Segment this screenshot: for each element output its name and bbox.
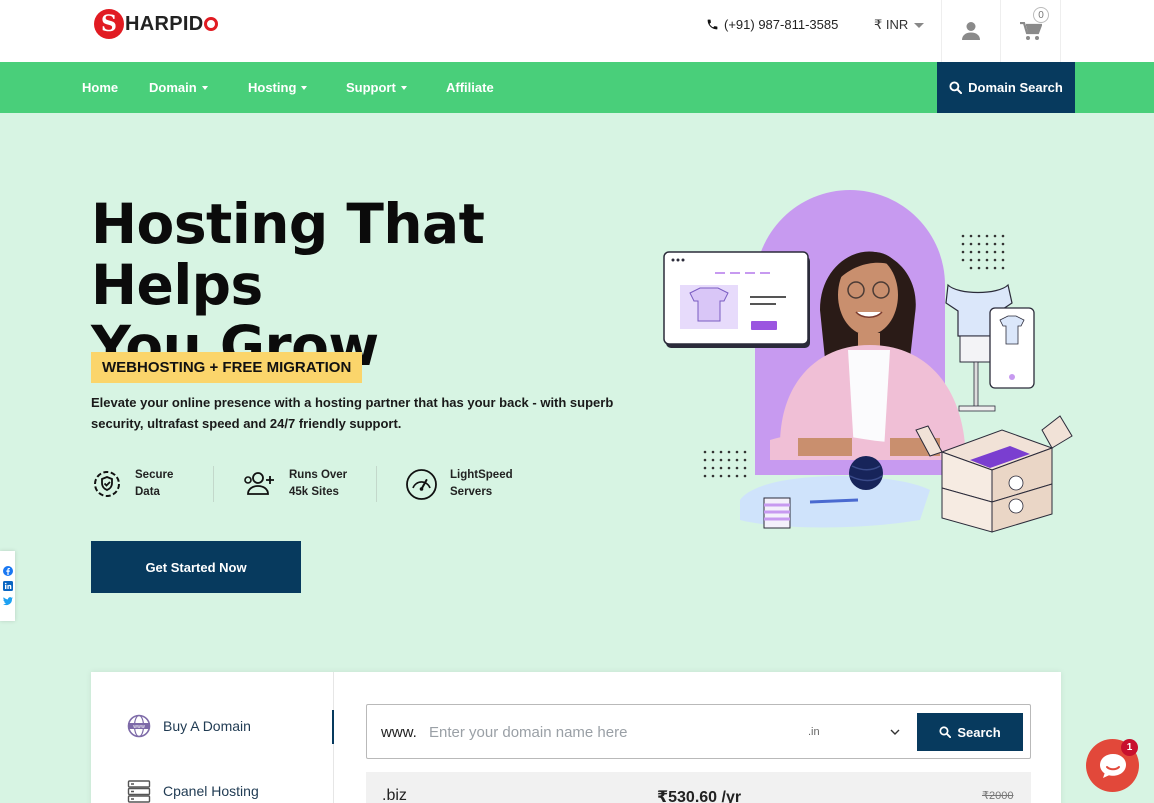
search-icon — [949, 81, 963, 94]
logo-text: HARPID — [125, 12, 204, 35]
tab-buy-domain[interactable]: www Buy A Domain — [127, 714, 251, 738]
nav-domain-label: Domain — [149, 80, 197, 95]
speedometer-icon — [406, 468, 437, 500]
tld-name: .biz — [382, 787, 407, 803]
chevron-down-icon — [890, 729, 900, 735]
nav-home[interactable]: Home — [82, 80, 118, 95]
feature-secure-line1: Secure — [135, 469, 174, 481]
facebook-icon[interactable] — [2, 566, 13, 576]
hero-title: Hosting That Helps You Grow — [91, 194, 651, 377]
feature-sites-line2: 45k Sites — [289, 486, 339, 498]
search-button-label: Search — [957, 724, 1001, 740]
chat-notification-badge: 1 — [1121, 739, 1138, 756]
nav-domain[interactable]: Domain — [149, 80, 208, 95]
domain-search-box: www. .in Search — [366, 704, 1031, 759]
tld-price-row[interactable]: .biz ₹530.60 /yr ₹2000 — [366, 772, 1031, 803]
logo-mark: S — [94, 9, 124, 39]
caret-down-icon — [400, 85, 407, 90]
domain-search-label: Domain Search — [968, 80, 1063, 95]
social-share-bar — [0, 551, 15, 621]
cart-icon — [1019, 21, 1042, 40]
caret-down-icon — [201, 85, 208, 90]
phone-number: (+91) 987-811-3585 — [724, 17, 839, 32]
server-icon — [127, 780, 151, 803]
users-add-icon — [244, 472, 274, 495]
chat-bubble-icon — [1099, 753, 1126, 778]
currency-selector[interactable]: ₹ INR — [874, 17, 925, 33]
tab-cpanel-label: Cpanel Hosting — [163, 783, 259, 799]
twitter-icon[interactable] — [2, 596, 13, 606]
mannequin — [945, 283, 1035, 412]
www-prefix: www. — [381, 724, 417, 741]
cart-button[interactable]: 0 — [1001, 0, 1061, 62]
tld-selected: .in — [808, 726, 820, 738]
dot-pattern-top — [961, 234, 1005, 270]
globe-www-icon: www — [127, 714, 151, 738]
nav-affiliate[interactable]: Affiliate — [446, 80, 494, 95]
tld-select[interactable]: .in — [804, 717, 904, 747]
hero-description: Elevate your online presence with a host… — [91, 395, 614, 431]
nav-support-label: Support — [346, 80, 396, 95]
nav-hosting-label: Hosting — [248, 80, 297, 95]
currency-label: ₹ INR — [874, 17, 909, 32]
nav-home-label: Home — [82, 80, 119, 95]
nav-support[interactable]: Support — [346, 80, 407, 95]
search-button[interactable]: Search — [917, 713, 1023, 751]
user-icon — [962, 22, 980, 40]
caret-down-icon — [914, 22, 925, 28]
feature-speed-line2: Servers — [450, 486, 493, 498]
feature-sites-text: Runs Over 45k Sites — [289, 467, 347, 501]
logo[interactable]: S HARPID — [94, 8, 219, 40]
feature-speed: LightSpeed Servers — [405, 466, 513, 502]
feature-secure-line2: Data — [135, 486, 160, 498]
hero-illustration — [663, 190, 1073, 533]
feature-speed-text: LightSpeed Servers — [450, 467, 513, 501]
tab-cpanel-hosting[interactable]: Cpanel Hosting — [127, 779, 259, 803]
phone-icon — [707, 19, 718, 30]
logo-ring-icon — [204, 17, 219, 31]
cart-count-badge: 0 — [1033, 7, 1049, 23]
feature-secure-data: Secure Data — [91, 466, 173, 502]
hero-title-line1: Hosting That Helps — [91, 192, 485, 317]
search-icon — [939, 726, 952, 738]
tab-buy-domain-label: Buy A Domain — [163, 718, 251, 734]
tld-price: ₹530.60 /yr — [657, 789, 742, 803]
feature-sites: Runs Over 45k Sites — [243, 466, 347, 502]
top-bar: S HARPID (+91) 987-811-3585 ₹ INR 0 — [0, 0, 1154, 62]
feature-secure-text: Secure Data — [135, 467, 173, 501]
caret-down-icon — [301, 85, 308, 90]
tld-old-price: ₹2000 — [982, 790, 1014, 802]
domain-panel: www Buy A Domain Cpanel Hosting www. .in… — [91, 672, 1061, 803]
promo-badge: WEBHOSTING + FREE MIGRATION — [91, 352, 363, 383]
shop-browser-card — [663, 251, 810, 348]
domain-name-input[interactable] — [429, 718, 789, 746]
svg-text:www: www — [133, 725, 145, 730]
phone-link[interactable]: (+91) 987-811-3585 — [706, 17, 838, 32]
feature-divider — [376, 466, 377, 502]
feature-speed-line1: LightSpeed — [450, 469, 513, 481]
get-started-button[interactable]: Get Started Now — [91, 541, 301, 593]
dot-pattern-bottom — [703, 450, 747, 478]
nav-affiliate-label: Affiliate — [446, 80, 494, 95]
feature-sites-line1: Runs Over — [289, 469, 348, 481]
domain-panel-tabs: www Buy A Domain Cpanel Hosting — [91, 672, 334, 803]
nav-hosting[interactable]: Hosting — [248, 80, 308, 95]
linkedin-icon[interactable] — [2, 581, 13, 591]
feature-divider — [213, 466, 214, 502]
domain-search-button[interactable]: Domain Search — [937, 62, 1075, 113]
account-button[interactable] — [941, 0, 1001, 62]
active-tab-indicator — [332, 710, 334, 744]
shield-gear-icon — [94, 471, 120, 497]
